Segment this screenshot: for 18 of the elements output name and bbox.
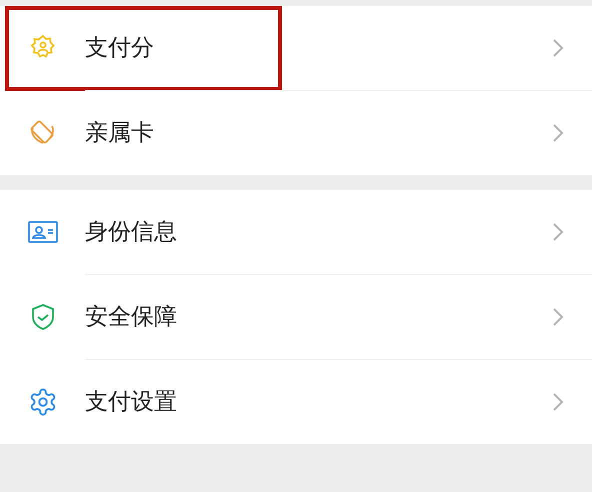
menu-item[interactable]: 亲属卡	[0, 91, 592, 175]
menu-item[interactable]: 支付设置	[0, 360, 592, 444]
menu-item[interactable]: 安全保障	[0, 275, 592, 359]
menu-item[interactable]: 支付分	[0, 6, 592, 90]
menu-item-label: 支付设置	[85, 388, 178, 417]
chevron-right-icon	[552, 392, 564, 412]
menu-item[interactable]: 身份信息	[0, 190, 592, 274]
chevron-right-icon	[552, 123, 564, 143]
menu-item-label: 亲属卡	[85, 118, 155, 148]
chevron-right-icon	[552, 38, 564, 58]
chevron-right-icon	[552, 222, 564, 242]
id-card-icon	[28, 220, 58, 244]
menu-item-label: 安全保障	[85, 302, 178, 332]
menu-item-label: 支付分	[85, 34, 155, 63]
shield-check-icon	[30, 303, 56, 331]
settings-icon	[28, 387, 58, 417]
chevron-right-icon	[552, 307, 564, 327]
menu-item-label: 身份信息	[85, 218, 178, 247]
